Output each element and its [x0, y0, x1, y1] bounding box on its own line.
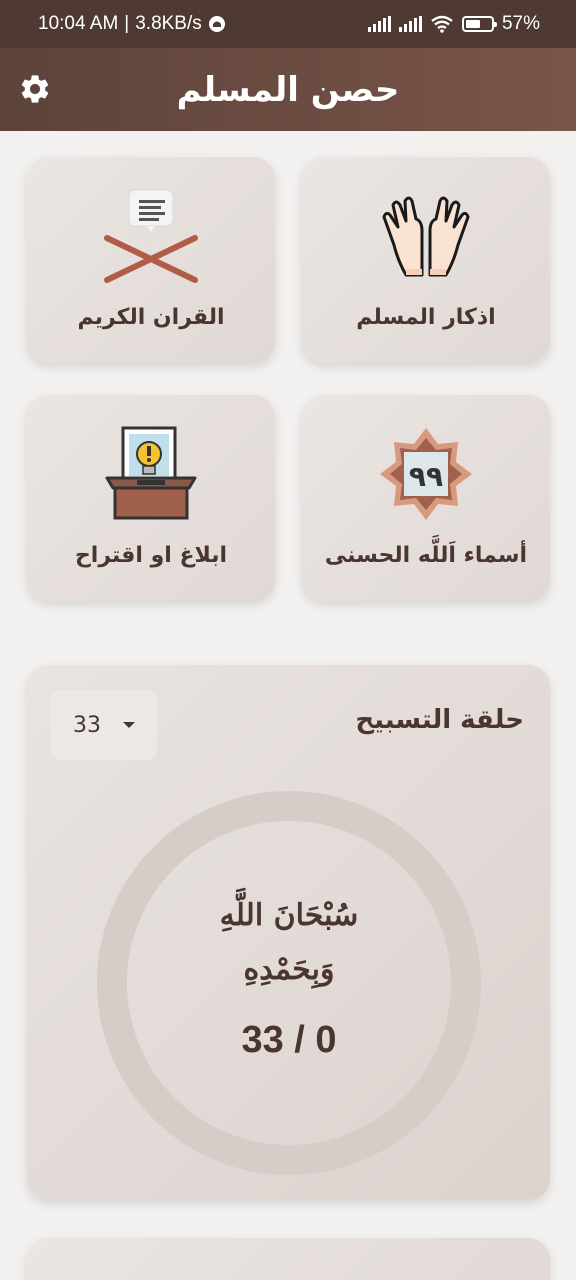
battery-fill — [465, 20, 480, 28]
signal-2-icon — [398, 16, 422, 32]
app-title: حصن المسلم — [176, 69, 400, 110]
caret-down-icon — [123, 722, 135, 728]
count-value: 33 — [73, 712, 101, 738]
ninety-nine-star-icon: ٩٩ — [371, 419, 481, 529]
report-card[interactable]: ابلاغ او اقتراح — [27, 395, 275, 601]
suggestion-box-icon — [96, 419, 206, 529]
status-time: 10:04 AM — [38, 13, 119, 34]
names-label: أسماء اَللَّه الحسنى — [324, 543, 528, 568]
dhikr-text: سُبْحَانَ اللَّهِ وَبِحَمْدِهِ — [159, 889, 419, 997]
adhkar-card[interactable]: اذكار المسلم — [302, 157, 550, 363]
status-bar: 10:04 AM | 3.8KB/s 57% — [0, 0, 576, 48]
status-separator: | — [124, 13, 130, 34]
tasbeeh-counter: 33 / 0 — [241, 1018, 337, 1061]
count-select[interactable]: 33 — [51, 690, 157, 760]
status-left: 10:04 AM | 3.8KB/s — [38, 13, 226, 35]
names-badge: ٩٩ — [409, 460, 443, 493]
names-card[interactable]: ٩٩ أسماء اَللَّه الحسنى — [302, 395, 550, 601]
app-bar: حصن المسلم — [0, 48, 576, 131]
signal-1-icon — [367, 16, 391, 32]
quran-label: القران الكريم — [77, 305, 225, 330]
status-speed: 3.8KB/s — [135, 13, 202, 34]
status-right: 57% — [367, 13, 540, 35]
praying-hands-icon — [371, 181, 481, 291]
battery-icon — [461, 16, 497, 32]
tasbeeh-card: حلقة التسبيح 33 سُبْحَانَ اللَّهِ وَبِحَ… — [27, 665, 550, 1200]
adhkar-label: اذكار المسلم — [356, 305, 496, 330]
dhikr-line-1: سُبْحَانَ اللَّهِ — [219, 897, 359, 933]
bottom-card[interactable] — [27, 1238, 550, 1280]
wifi-icon — [431, 15, 453, 33]
quran-card[interactable]: القران الكريم — [27, 157, 275, 363]
mosque-notification-icon — [208, 16, 225, 32]
battery-percent: 57% — [501, 13, 540, 34]
tasbeeh-title: حلقة التسبيح — [355, 705, 524, 735]
tasbeeh-ring[interactable]: سُبْحَانَ اللَّهِ وَبِحَمْدِهِ 33 / 0 — [97, 791, 481, 1175]
report-label: ابلاغ او اقتراح — [74, 543, 228, 568]
gear-icon[interactable] — [18, 72, 52, 106]
open-quran-icon — [96, 181, 206, 291]
dhikr-line-2: وَبِحَمْدِهِ — [243, 951, 335, 987]
